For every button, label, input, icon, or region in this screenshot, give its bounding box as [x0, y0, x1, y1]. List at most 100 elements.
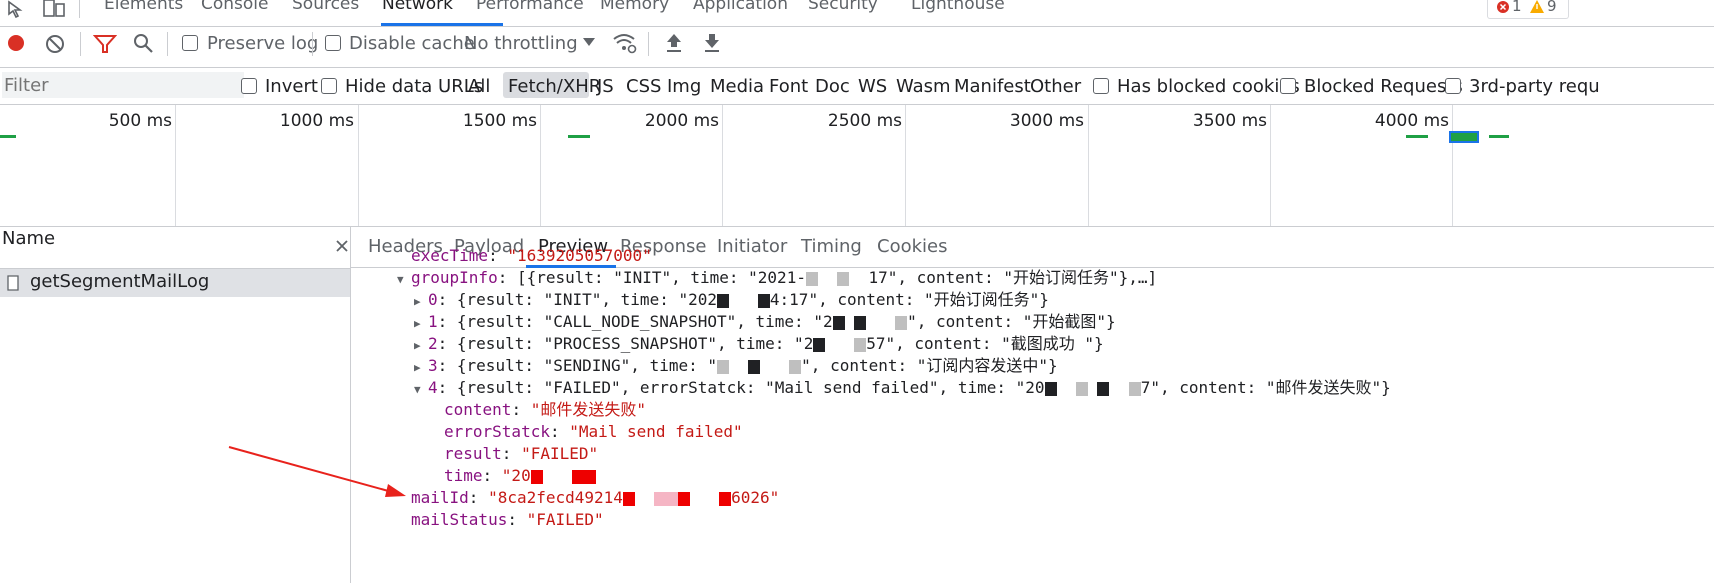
type-filter-js[interactable]: JS [597, 76, 614, 97]
type-filter-manifest[interactable]: Manifest [954, 76, 1031, 97]
type-filter-img[interactable]: Img [667, 76, 701, 97]
redaction [757, 293, 770, 308]
type-filter-wasm[interactable]: Wasm [896, 76, 951, 97]
redaction [666, 491, 679, 506]
type-filter-ws[interactable]: WS [858, 76, 887, 97]
devtools-tab-bar: Elements Console Sources Network Perform… [0, 0, 1714, 27]
index: 2 [428, 334, 438, 353]
invert-label[interactable]: Invert [265, 76, 318, 97]
clear-icon[interactable] [44, 33, 66, 55]
third-party-checkbox[interactable] [1445, 78, 1461, 94]
preview-line-groupinfo[interactable]: ▼ groupInfo: [{result: "INIT", time: "202… [397, 267, 1157, 289]
type-filter-all[interactable]: All [468, 76, 490, 97]
tab-security[interactable]: Security [808, 0, 878, 14]
divider [80, 32, 81, 56]
redaction [717, 359, 729, 374]
blocked-requests-checkbox[interactable] [1280, 78, 1296, 94]
redaction [717, 293, 729, 308]
close-icon[interactable] [335, 239, 349, 253]
request-bar [1406, 135, 1428, 138]
key: groupInfo [411, 268, 498, 287]
preview-line-item-3[interactable]: ▶ 3: {result: "SENDING", time: " ", conte… [414, 355, 1058, 377]
redaction [813, 337, 826, 352]
name-column-header[interactable]: Name [0, 227, 350, 269]
preview-line-mailid[interactable]: mailId: "8ca2fecd49214 6026" [411, 487, 779, 509]
tab-lighthouse[interactable]: Lighthouse [911, 0, 1005, 14]
record-icon[interactable] [6, 33, 26, 53]
type-filter-doc[interactable]: Doc [815, 76, 850, 97]
issues-counter[interactable]: 1 9 [1487, 0, 1569, 19]
has-blocked-cookies-label[interactable]: Has blocked cookies [1117, 76, 1300, 97]
divider [79, 0, 80, 18]
expand-triangle-icon[interactable]: ▼ [397, 269, 411, 291]
tick-label: 4000 ms [1374, 111, 1449, 131]
grid-line [1452, 105, 1453, 226]
disable-cache-checkbox[interactable] [325, 35, 341, 51]
preview-line-exectime[interactable]: execTime: "1639205057000" [411, 245, 652, 267]
preserve-log-checkbox[interactable] [182, 35, 198, 51]
tick-label: 2500 ms [827, 111, 902, 131]
item-text: {result: "CALL_NODE_SNAPSHOT", time: "2 [456, 312, 833, 331]
disable-cache-label[interactable]: Disable cache [349, 33, 475, 54]
expand-triangle-icon[interactable]: ▶ [414, 313, 428, 335]
expand-triangle-icon[interactable]: ▶ [414, 291, 428, 313]
preview-line-item-0[interactable]: ▶ 0: {result: "INIT", time: "202 4:17", c… [414, 289, 1049, 311]
preserve-log-label[interactable]: Preserve log [207, 33, 318, 54]
filter-input[interactable] [2, 72, 244, 98]
device-toolbar-icon[interactable] [42, 0, 66, 18]
type-filter-other[interactable]: Other [1030, 76, 1081, 97]
value-end: 6026" [731, 488, 780, 507]
has-blocked-cookies-checkbox[interactable] [1093, 78, 1109, 94]
tab-console[interactable]: Console [201, 0, 269, 14]
preview-line-mailstatus[interactable]: mailStatus: "FAILED" [411, 509, 604, 531]
invert-checkbox[interactable] [241, 78, 257, 94]
preview-line-content[interactable]: content: "邮件发送失败" [444, 399, 646, 421]
chevron-down-icon[interactable] [582, 37, 596, 47]
network-conditions-icon[interactable] [612, 31, 638, 55]
search-icon[interactable] [132, 32, 156, 56]
redaction [895, 315, 908, 330]
tab-elements[interactable]: Elements [104, 0, 183, 14]
tab-application[interactable]: Application [693, 0, 788, 14]
collapse-triangle-icon[interactable]: ▼ [414, 379, 428, 401]
expand-triangle-icon[interactable]: ▶ [414, 335, 428, 357]
tab-network[interactable]: Network [382, 0, 453, 14]
divider [167, 32, 168, 56]
overview-timeline[interactable]: 500 ms 1000 ms 1500 ms 2000 ms 2500 ms 3… [0, 105, 1714, 227]
preview-line-item-2[interactable]: ▶ 2: {result: "PROCESS_SNAPSHOT", time: "… [414, 333, 1104, 355]
tab-sources[interactable]: Sources [292, 0, 359, 14]
preview-line-errorstatck[interactable]: errorStatck: "Mail send failed" [444, 421, 743, 443]
type-filter-font[interactable]: Font [769, 76, 808, 97]
tab-cookies[interactable]: Cookies [877, 236, 947, 257]
request-row[interactable]: getSegmentMailLog [0, 269, 350, 297]
type-filter-css[interactable]: CSS [626, 76, 661, 97]
blocked-requests-label[interactable]: Blocked Requests [1304, 76, 1463, 97]
type-filter-media[interactable]: Media [710, 76, 764, 97]
tab-initiator[interactable]: Initiator [717, 236, 787, 257]
redaction [789, 359, 802, 374]
inspect-element-icon[interactable] [6, 0, 28, 18]
third-party-label[interactable]: 3rd-party requ [1469, 76, 1600, 97]
tab-memory[interactable]: Memory [600, 0, 669, 14]
preview-line-result[interactable]: result: "FAILED" [444, 443, 598, 465]
throttling-select[interactable]: No throttling [464, 33, 578, 54]
item-text-end: ", content: "订阅内容发送中"} [801, 356, 1058, 375]
error-count: 1 [1512, 0, 1522, 15]
expand-triangle-icon[interactable]: ▶ [414, 357, 428, 379]
preview-line-item-1[interactable]: ▶ 1: {result: "CALL_NODE_SNAPSHOT", time:… [414, 311, 1116, 333]
request-name: getSegmentMailLog [30, 271, 210, 292]
import-har-icon[interactable] [664, 32, 684, 54]
tab-timing[interactable]: Timing [801, 236, 862, 257]
grid-line [905, 105, 906, 226]
filter-icon[interactable] [93, 33, 117, 55]
hide-data-urls-label[interactable]: Hide data URLs [345, 76, 483, 97]
hide-data-urls-checkbox[interactable] [321, 78, 337, 94]
preview-line-time[interactable]: time: "20 [444, 465, 596, 487]
export-har-icon[interactable] [702, 32, 722, 54]
value: "Mail send failed" [569, 422, 743, 441]
grid-line [358, 105, 359, 226]
type-filter-fetch-xhr[interactable]: Fetch/XHR [508, 76, 601, 97]
redaction [748, 359, 761, 374]
tab-performance[interactable]: Performance [476, 0, 584, 14]
preview-line-item-4[interactable]: ▼ 4: {result: "FAILED", errorStatck: "Mai… [414, 377, 1391, 399]
